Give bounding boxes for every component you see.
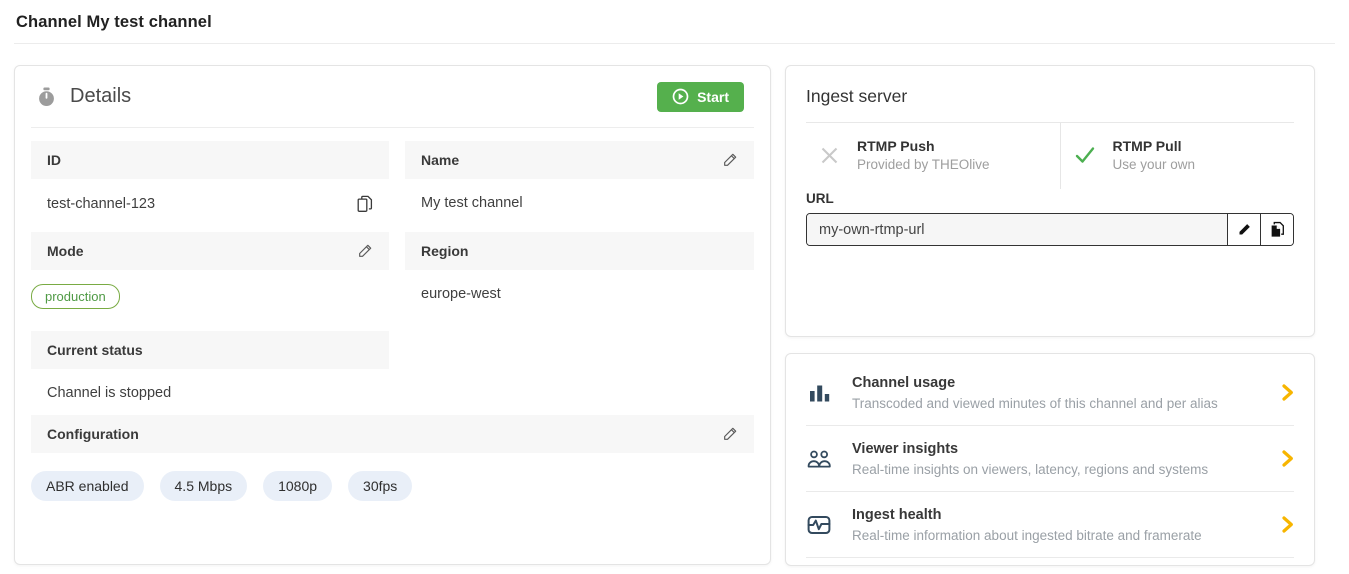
insight-title: Viewer insights <box>852 441 1208 457</box>
url-label: URL <box>806 191 1294 206</box>
insight-description: Transcoded and viewed minutes of this ch… <box>852 396 1218 411</box>
insight-description: Real-time insights on viewers, latency, … <box>852 462 1208 477</box>
start-button[interactable]: Start <box>657 82 744 112</box>
chip-framerate: 30fps <box>348 471 412 501</box>
ingest-server-card: Ingest server RTMP Push Provided by THEO… <box>785 65 1315 337</box>
pencil-icon <box>722 152 738 168</box>
field-mode-label-bar: Mode <box>31 232 389 270</box>
pencil-solid-icon <box>1237 222 1252 237</box>
insight-item-viewer-insights[interactable]: Viewer insights Real-time insights on vi… <box>806 426 1294 492</box>
insight-description: Real-time information about ingested bit… <box>852 528 1202 543</box>
url-input[interactable] <box>807 214 1227 245</box>
url-section: URL <box>786 189 1314 246</box>
chip-bitrate: 4.5 Mbps <box>160 471 248 501</box>
right-column: Ingest server RTMP Push Provided by THEO… <box>785 65 1315 566</box>
copy-icon <box>356 195 373 213</box>
details-card-header: Details Start <box>15 66 770 127</box>
field-mode-label: Mode <box>47 243 84 259</box>
x-icon <box>819 145 840 166</box>
copy-solid-icon <box>1269 221 1285 238</box>
details-card: Details Start ID test-channel-123 <box>14 65 771 565</box>
chevron-right-icon <box>1282 516 1294 533</box>
field-status-label: Current status <box>47 342 143 358</box>
field-name-value: My test channel <box>421 195 523 211</box>
url-input-group <box>806 213 1294 246</box>
edit-name-button[interactable] <box>722 152 738 168</box>
grid-spacer <box>405 331 754 415</box>
field-mode: Mode production <box>31 232 389 331</box>
rtmp-push-sublabel: Provided by THEOlive <box>857 157 990 172</box>
chevron-right-icon <box>1282 450 1294 467</box>
insight-title: Ingest health <box>852 507 1202 523</box>
play-circle-icon <box>672 88 689 105</box>
field-configuration-label: Configuration <box>47 426 139 442</box>
chip-abr: ABR enabled <box>31 471 144 501</box>
edit-configuration-button[interactable] <box>722 426 738 442</box>
field-region-label: Region <box>421 243 468 259</box>
field-id-value: test-channel-123 <box>47 196 155 212</box>
ingest-server-title: Ingest server <box>786 66 1314 122</box>
configuration-chips: ABR enabled 4.5 Mbps 1080p 30fps <box>31 453 754 501</box>
pencil-icon <box>722 426 738 442</box>
chip-resolution: 1080p <box>263 471 332 501</box>
insight-item-ingest-health[interactable]: Ingest health Real-time information abou… <box>806 492 1294 558</box>
field-region-value: europe-west <box>421 286 501 302</box>
field-status-value: Channel is stopped <box>47 385 171 401</box>
field-status-label-bar: Current status <box>31 331 389 369</box>
field-name-label-bar: Name <box>405 141 754 179</box>
stopwatch-icon <box>38 87 55 107</box>
field-status: Current status Channel is stopped <box>31 331 389 415</box>
field-id-label-bar: ID <box>31 141 389 179</box>
rtmp-pull-label: RTMP Pull <box>1113 138 1196 154</box>
page-header: Channel My test channel <box>0 0 1349 43</box>
page-title: Channel My test channel <box>16 13 212 31</box>
main-content: Details Start ID test-channel-123 <box>0 44 1349 566</box>
field-region-label-bar: Region <box>405 232 754 270</box>
edit-mode-button[interactable] <box>357 243 373 259</box>
field-id: ID test-channel-123 <box>31 141 389 232</box>
option-rtmp-pull[interactable]: RTMP Pull Use your own <box>1060 123 1315 189</box>
copy-url-button[interactable] <box>1260 214 1293 245</box>
ingest-options: RTMP Push Provided by THEOlive RTMP Pull… <box>786 123 1314 189</box>
details-fields-grid: ID test-channel-123 <box>15 128 770 501</box>
field-configuration: Configuration ABR enabled 4.5 Mbps 1080p <box>31 415 754 501</box>
insight-item-channel-usage[interactable]: Channel usage Transcoded and viewed minu… <box>806 360 1294 426</box>
field-name: Name My test channel <box>405 141 754 232</box>
field-region: Region europe-west <box>405 232 754 331</box>
rtmp-push-label: RTMP Push <box>857 138 990 154</box>
mode-badge: production <box>31 284 120 309</box>
insight-title: Channel usage <box>852 375 1218 391</box>
details-card-title: Details <box>70 85 131 108</box>
option-rtmp-push[interactable]: RTMP Push Provided by THEOlive <box>786 123 1060 189</box>
edit-url-button[interactable] <box>1227 214 1260 245</box>
field-configuration-label-bar: Configuration <box>31 415 754 453</box>
start-button-label: Start <box>697 89 729 105</box>
chevron-right-icon <box>1282 384 1294 401</box>
people-icon <box>806 449 832 469</box>
rtmp-pull-sublabel: Use your own <box>1113 157 1196 172</box>
pencil-icon <box>357 243 373 259</box>
check-icon <box>1074 145 1096 165</box>
pulse-monitor-icon <box>806 515 832 535</box>
copy-id-button[interactable] <box>356 195 373 213</box>
insights-card: Channel usage Transcoded and viewed minu… <box>785 353 1315 566</box>
bar-chart-icon <box>806 382 832 404</box>
field-name-label: Name <box>421 152 459 168</box>
field-id-label: ID <box>47 152 61 168</box>
